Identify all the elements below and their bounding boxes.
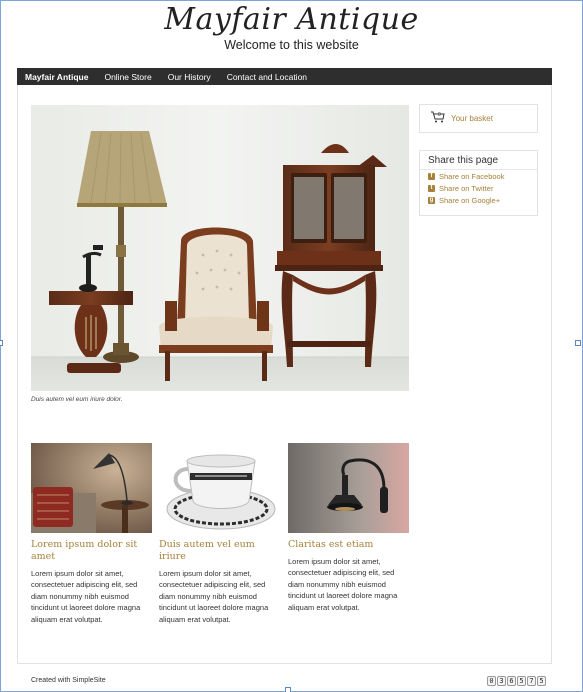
card-text: Lorem ipsum dolor sit amet, consectetuer… xyxy=(31,569,141,624)
counter-digit: 5 xyxy=(517,676,526,686)
card-title[interactable]: Lorem ipsum dolor sit amet xyxy=(31,539,152,563)
card-2: Duis autem vel eum iriure Lorem ipsum do… xyxy=(159,443,280,625)
basket-box[interactable]: 0 Your basket xyxy=(419,104,538,133)
share-twitter-label: Share on Twitter xyxy=(439,183,494,193)
card-title[interactable]: Duis autem vel eum iriure xyxy=(159,539,280,563)
visitor-counter: 0 3 6 5 7 5 xyxy=(487,676,547,686)
share-box: Share this page f Share on Facebook t Sh… xyxy=(419,150,538,216)
card-3: Claritas est etiam Lorem ipsum dolor sit… xyxy=(288,443,409,613)
card-1: Lorem ipsum dolor sit amet Lorem ipsum d… xyxy=(31,443,152,625)
counter-digit: 5 xyxy=(537,676,546,686)
shopping-cart-icon: 0 xyxy=(430,110,446,128)
counter-digit: 3 xyxy=(497,676,506,686)
card-title[interactable]: Claritas est etiam xyxy=(288,539,409,551)
share-twitter-link[interactable]: t Share on Twitter xyxy=(420,182,537,194)
share-google-link[interactable]: g Share on Google+ xyxy=(420,194,537,206)
basket-count: 0 xyxy=(438,112,441,118)
site-subtitle: Welcome to this website xyxy=(224,38,359,52)
site-title: Mayfair Antique xyxy=(164,2,419,37)
card-image-wall-lamp xyxy=(288,443,409,533)
hero-image xyxy=(31,105,409,391)
card-text: Lorem ipsum dolor sit amet, consectetuer… xyxy=(288,557,398,612)
facebook-icon: f xyxy=(428,172,435,180)
card-image-lamp xyxy=(31,443,152,533)
share-facebook-label: Share on Facebook xyxy=(439,171,505,181)
basket-label[interactable]: Your basket xyxy=(451,114,493,123)
counter-digit: 0 xyxy=(487,676,496,686)
share-title: Share this page xyxy=(420,151,537,170)
hero-caption: Duis autem vel eum iriure dolor. xyxy=(31,396,123,403)
counter-digit: 6 xyxy=(507,676,516,686)
google-plus-icon: g xyxy=(428,196,435,204)
main-nav: Mayfair Antique Online Store Our History… xyxy=(17,68,552,85)
card-image-teacup xyxy=(159,443,280,533)
footer-credit[interactable]: Created with SimpleSite xyxy=(31,677,106,684)
resize-handle-bottom[interactable] xyxy=(285,687,291,692)
card-text: Lorem ipsum dolor sit amet, consectetuer… xyxy=(159,569,269,624)
nav-item-home[interactable]: Mayfair Antique xyxy=(25,72,88,82)
nav-item-our-history[interactable]: Our History xyxy=(168,72,211,82)
resize-handle-left[interactable] xyxy=(0,340,3,346)
resize-handle-right[interactable] xyxy=(575,340,581,346)
counter-digit: 7 xyxy=(527,676,536,686)
twitter-icon: t xyxy=(428,184,435,192)
share-facebook-link[interactable]: f Share on Facebook xyxy=(420,170,537,182)
nav-item-online-store[interactable]: Online Store xyxy=(104,72,151,82)
nav-item-contact[interactable]: Contact and Location xyxy=(227,72,307,82)
share-google-label: Share on Google+ xyxy=(439,195,501,205)
